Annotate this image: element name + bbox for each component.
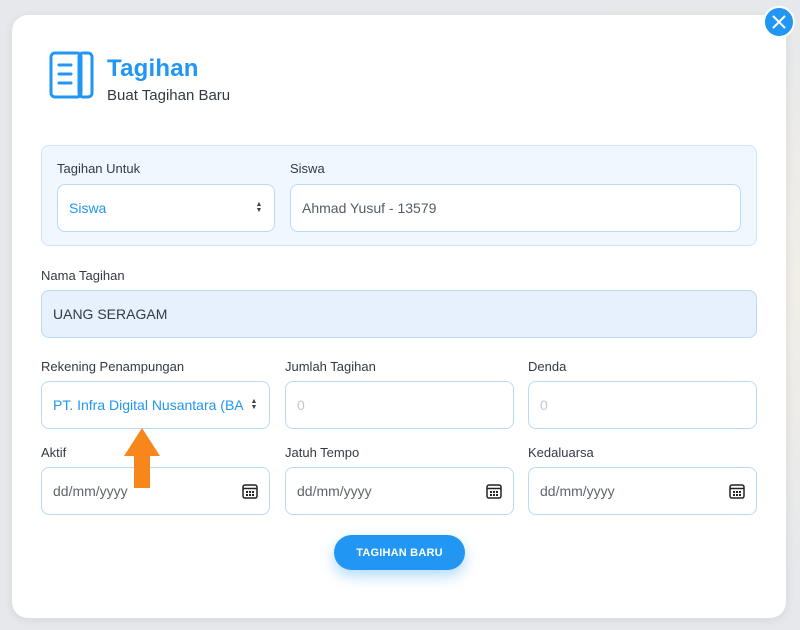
calendar-icon[interactable]	[729, 483, 745, 499]
denda-placeholder: 0	[540, 397, 548, 413]
jatuh-tempo-label: Jatuh Tempo	[285, 445, 360, 460]
close-icon	[772, 15, 786, 29]
denda-label: Denda	[528, 359, 567, 374]
select-arrows-icon: ▲ ▼	[255, 201, 263, 214]
denda-input[interactable]: 0	[528, 381, 757, 429]
nama-tagihan-value: UANG SERAGAM	[53, 306, 168, 322]
page-title: Tagihan	[107, 55, 199, 82]
page-subtitle: Buat Tagihan Baru	[107, 87, 231, 104]
select-arrows-icon: ▲ ▼	[250, 398, 258, 411]
jumlah-tagihan-placeholder: 0	[297, 397, 305, 413]
rekening-select[interactable]: PT. Infra Digital Nusantara (BA ▲ ▼	[41, 381, 270, 429]
jatuh-tempo-date-input[interactable]: dd/mm/yyyy	[285, 467, 514, 515]
close-button[interactable]	[763, 6, 795, 38]
tagihan-untuk-value: Siswa	[69, 200, 107, 216]
siswa-input[interactable]: Ahmad Yusuf - 13579	[290, 184, 741, 232]
kedaluarsa-placeholder: dd/mm/yyyy	[540, 483, 615, 499]
calendar-icon[interactable]	[242, 483, 258, 499]
calendar-icon[interactable]	[486, 483, 502, 499]
jumlah-tagihan-input[interactable]: 0	[285, 381, 514, 429]
rekening-label: Rekening Penampungan	[41, 359, 185, 374]
up-arrow-annotation-icon	[124, 428, 160, 488]
siswa-label: Siswa	[290, 161, 325, 176]
nama-tagihan-input[interactable]: UANG SERAGAM	[41, 290, 757, 338]
kedaluarsa-date-input[interactable]: dd/mm/yyyy	[528, 467, 757, 515]
jumlah-tagihan-label: Jumlah Tagihan	[285, 359, 376, 374]
tagihan-untuk-label: Tagihan Untuk	[57, 161, 141, 176]
ledger-book-icon	[49, 51, 94, 99]
rekening-value: PT. Infra Digital Nusantara (BA	[53, 397, 244, 413]
tagihan-baru-button[interactable]: TAGIHAN BARU	[334, 535, 465, 570]
kedaluarsa-label: Kedaluarsa	[528, 445, 594, 460]
jatuh-tempo-placeholder: dd/mm/yyyy	[297, 483, 372, 499]
tagihan-untuk-select[interactable]: Siswa ▲ ▼	[57, 184, 275, 232]
nama-tagihan-label: Nama Tagihan	[41, 268, 125, 283]
siswa-value: Ahmad Yusuf - 13579	[302, 200, 437, 216]
aktif-label: Aktif	[41, 445, 67, 460]
